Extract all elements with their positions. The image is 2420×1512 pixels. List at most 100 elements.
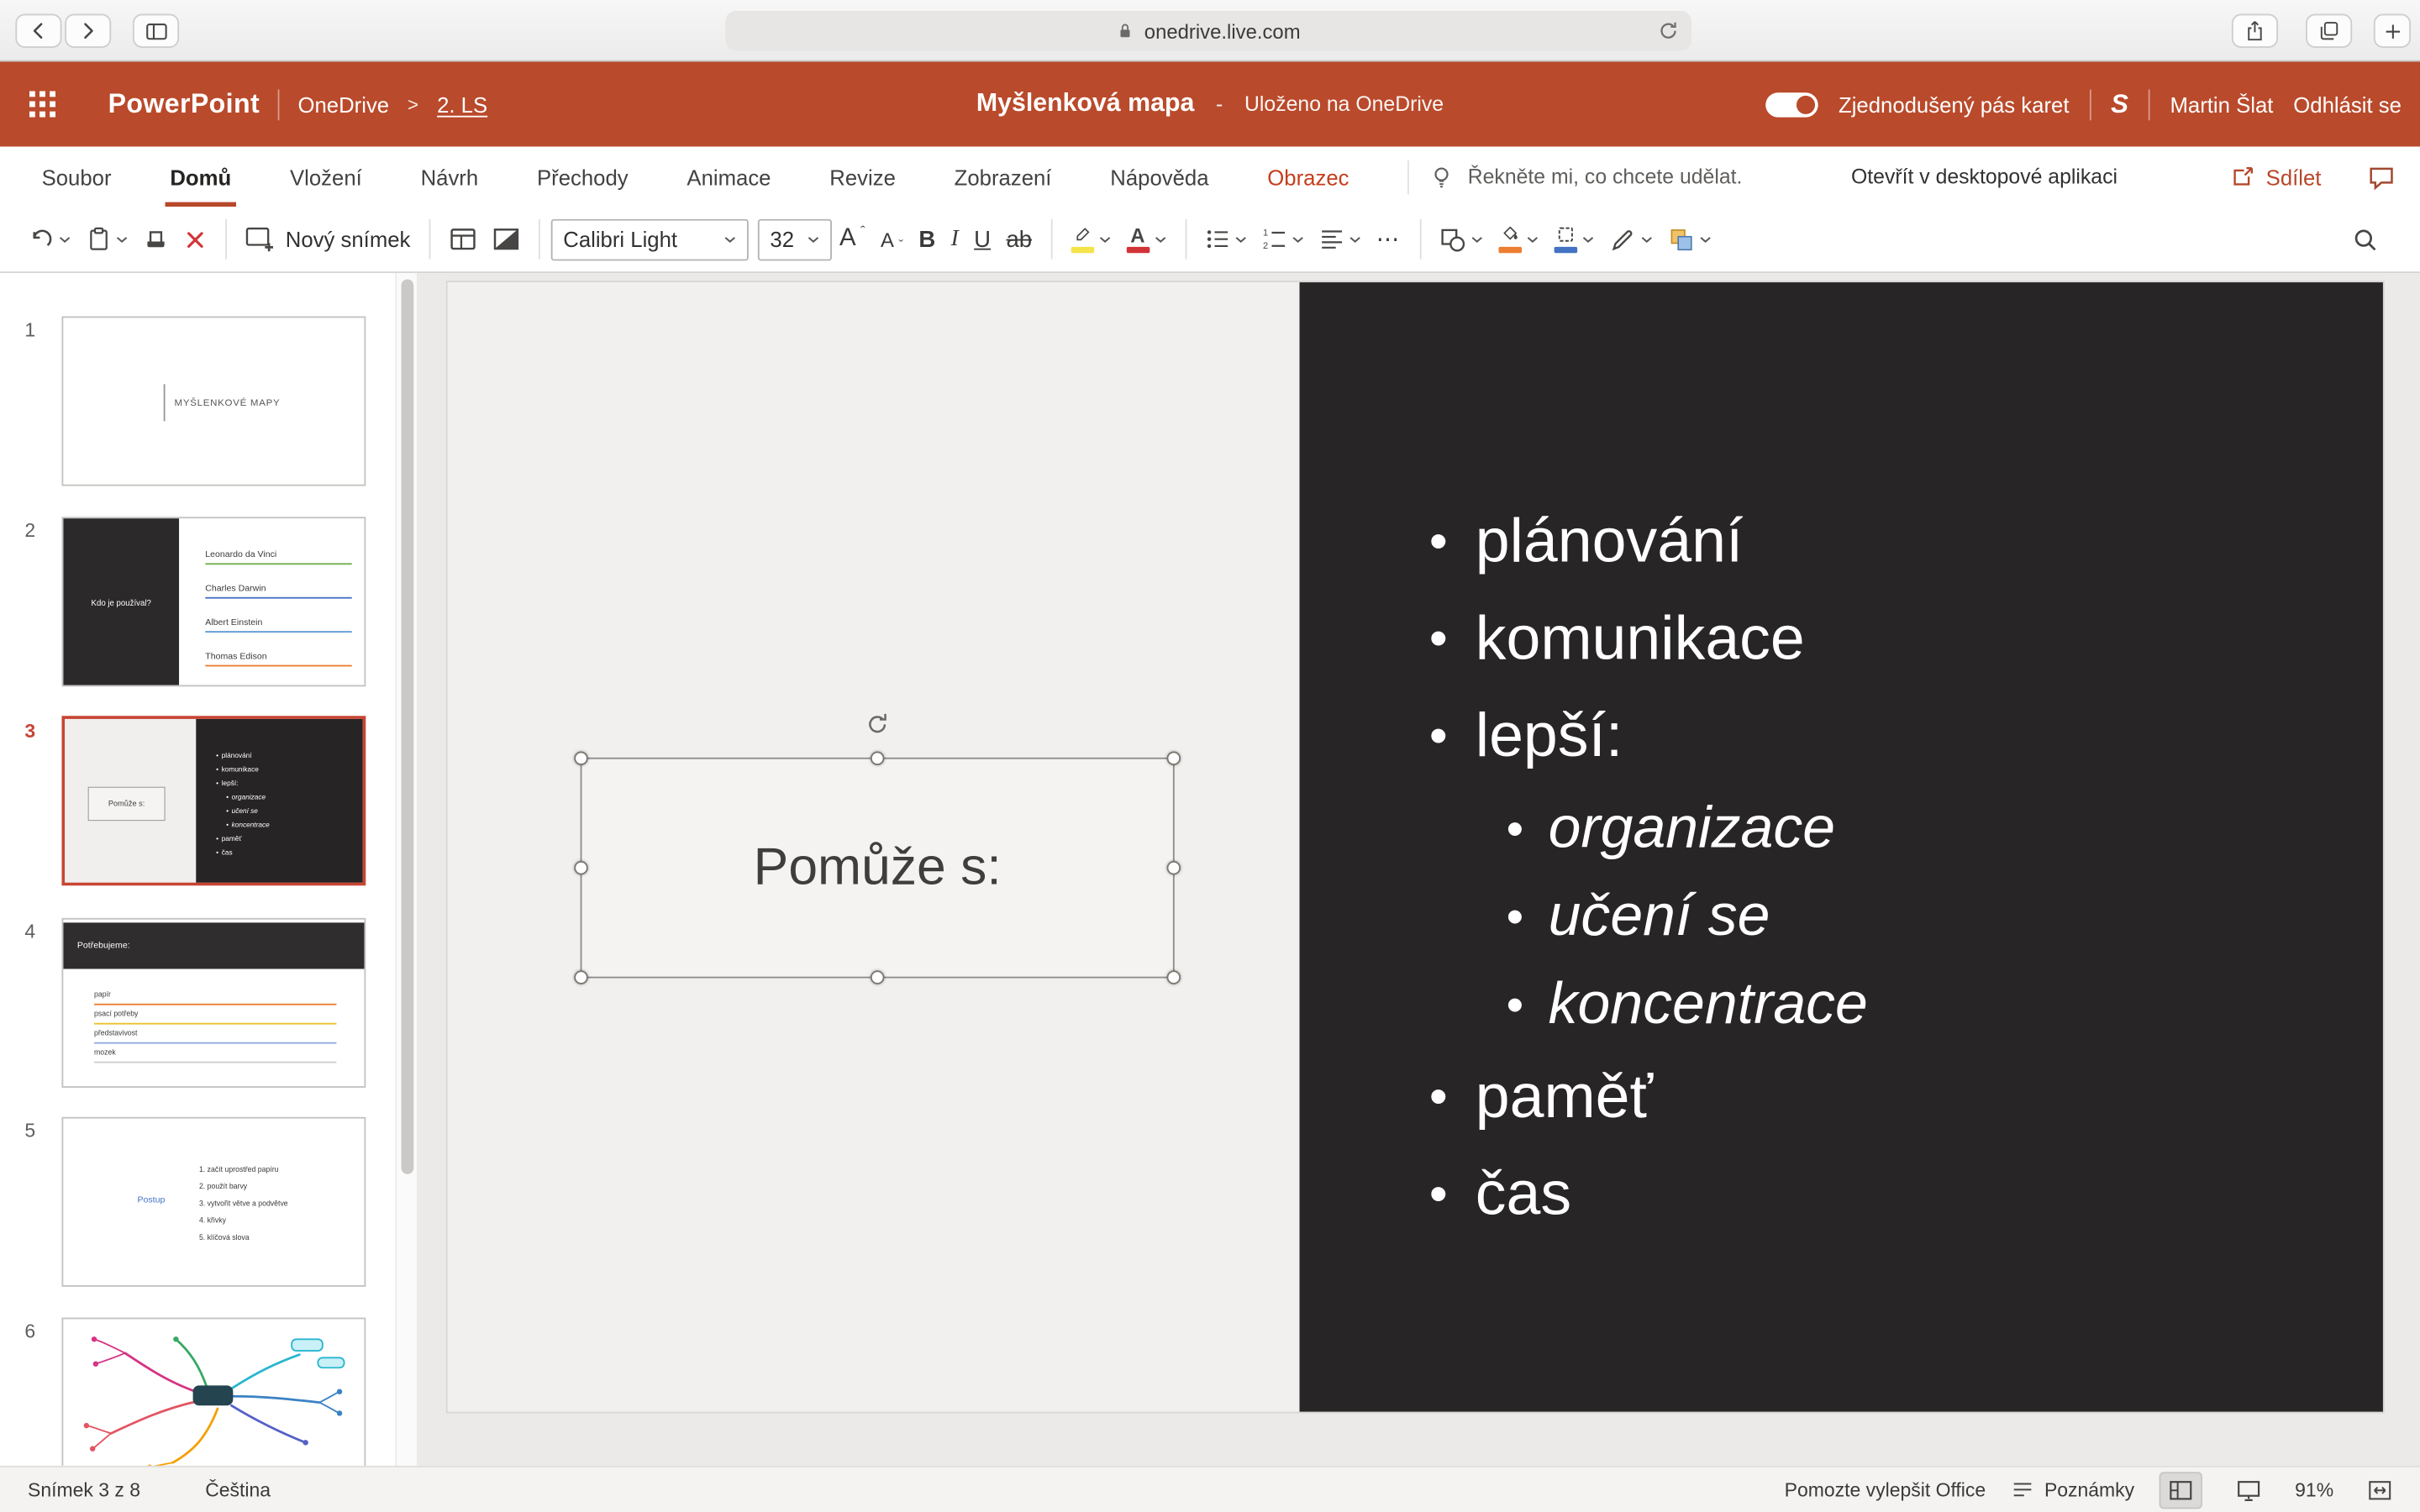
browser-new-tab-button[interactable]: [2374, 14, 2411, 48]
tab-domu[interactable]: Domů: [168, 146, 233, 207]
resize-handle-bottom-middle[interactable]: [870, 970, 884, 984]
share-document-icon: [2230, 165, 2254, 189]
simplified-ribbon-label: Zjednodušený pás karet: [1839, 92, 2069, 116]
resize-handle-bottom-left[interactable]: [574, 970, 588, 984]
more-formatting-button[interactable]: ⋯: [1369, 216, 1409, 262]
open-in-desktop-button[interactable]: Otevřít v desktopové aplikaci: [1851, 146, 2118, 207]
selected-textbox[interactable]: Pomůže s:: [581, 758, 1175, 979]
slideshow-button[interactable]: [2227, 1471, 2270, 1508]
slide-thumbnail-6[interactable]: [61, 1318, 366, 1466]
tab-obrazec[interactable]: Obrazec: [1265, 146, 1350, 207]
resize-handle-bottom-right[interactable]: [1167, 970, 1181, 984]
toolbar-separator: [225, 219, 227, 260]
tab-revize[interactable]: Revize: [828, 146, 897, 207]
tab-prechody[interactable]: Přechody: [535, 146, 629, 207]
slide-thumbnail-1[interactable]: MYŠLENKOVÉ MAPY: [61, 317, 366, 486]
breadcrumb-folder-link[interactable]: 2. LS: [437, 92, 487, 116]
browser-share-button[interactable]: [2232, 14, 2278, 48]
more-label: ⋯: [1376, 225, 1401, 253]
tab-animace[interactable]: Animace: [686, 146, 773, 207]
grow-font-button[interactable]: Aˆ: [832, 216, 873, 262]
zoom-level[interactable]: 91%: [2295, 1479, 2333, 1501]
user-name[interactable]: Martin Šlat: [2170, 92, 2274, 116]
skype-icon[interactable]: S: [2111, 89, 2128, 120]
toolbar-separator: [1185, 219, 1186, 260]
feedback-link[interactable]: Pomozte vylepšit Office: [1785, 1479, 1986, 1501]
comment-icon: [2368, 163, 2396, 191]
tab-vlozeni[interactable]: Vložení: [288, 146, 363, 207]
scrollbar-thumb[interactable]: [402, 279, 414, 1173]
header-separator: [2149, 89, 2150, 120]
shape-outline-button[interactable]: [1546, 216, 1602, 262]
insert-shapes-button[interactable]: [1432, 216, 1491, 262]
resize-handle-top-middle[interactable]: [870, 751, 884, 765]
tab-navrh[interactable]: Návrh: [419, 146, 480, 207]
slide-thumbnail-3-selected[interactable]: Pomůže s: plánování komunikace lepší: or…: [61, 716, 366, 885]
layout-button[interactable]: [441, 216, 484, 262]
bold-button[interactable]: B: [911, 216, 943, 262]
new-slide-button[interactable]: Nový snímek: [238, 216, 418, 262]
document-title[interactable]: Myšlenková mapa: [976, 90, 1194, 119]
underline-button[interactable]: U: [966, 216, 998, 262]
resize-handle-middle-right[interactable]: [1167, 860, 1181, 874]
shrink-font-button[interactable]: Aˇ: [873, 216, 911, 262]
bullet-list-button[interactable]: [1197, 216, 1255, 262]
resize-handle-top-right[interactable]: [1167, 751, 1181, 765]
slide-bullet-list[interactable]: plánování komunikace lepší: organizace u…: [1429, 494, 1868, 1244]
font-name-select[interactable]: Calibri Light: [551, 218, 749, 260]
draw-pen-button[interactable]: [1602, 216, 1660, 262]
breadcrumb-root[interactable]: OneDrive: [297, 92, 389, 116]
shape-fill-button[interactable]: [1491, 216, 1546, 262]
language-selector[interactable]: Čeština: [205, 1479, 271, 1501]
numbered-list-button[interactable]: [1255, 216, 1312, 262]
format-painter-button[interactable]: [136, 216, 176, 262]
strikethrough-button[interactable]: ab: [998, 216, 1039, 262]
undo-button[interactable]: [22, 216, 79, 262]
alignment-button[interactable]: [1312, 216, 1369, 262]
search-button[interactable]: [2344, 216, 2386, 262]
resize-handle-top-left[interactable]: [574, 751, 588, 765]
tab-zobrazeni[interactable]: Zobrazení: [953, 146, 1053, 207]
slide-thumbnail-2[interactable]: Kdo je používal? Leonardo da Vinci Charl…: [61, 517, 366, 686]
slide-editor[interactable]: Pomůže s: plánování komunikace lepší: or: [446, 281, 2385, 1413]
thumb2-name: Charles Darwin: [205, 564, 351, 598]
slide-thumbnail-4[interactable]: Potřebujeme: papír psací potřeby předsta…: [61, 918, 366, 1088]
share-document-button[interactable]: Sdílet: [2230, 146, 2321, 207]
tabs-icon: [2318, 20, 2340, 42]
delete-button[interactable]: [176, 216, 214, 262]
italic-button[interactable]: I: [943, 216, 966, 262]
tab-soubor[interactable]: Soubor: [40, 146, 113, 207]
fit-to-window-button[interactable]: [2359, 1471, 2402, 1508]
resize-handle-middle-left[interactable]: [574, 860, 588, 874]
open-in-desktop-label: Otevřít v desktopové aplikaci: [1851, 165, 2118, 189]
arrange-button[interactable]: [1660, 216, 1719, 262]
slide-number-3: 3: [24, 721, 35, 743]
notes-toggle[interactable]: Poznámky: [2011, 1478, 2135, 1502]
refresh-icon[interactable]: [1658, 20, 1680, 42]
app-launcher-button[interactable]: [0, 61, 85, 146]
thumb5-step: 5. klíčová slova: [199, 1230, 288, 1247]
tell-me-box[interactable]: Řekněte mi, co chcete udělat.: [1407, 146, 1742, 207]
normal-view-button[interactable]: [2160, 1471, 2202, 1508]
slide-size-icon: [492, 225, 520, 253]
highlight-color-bar: [1071, 247, 1094, 253]
simplified-ribbon-toggle[interactable]: [1766, 92, 1818, 116]
paste-button[interactable]: [79, 216, 136, 262]
address-bar[interactable]: onedrive.live.com: [725, 11, 1691, 51]
toolbar-separator: [539, 219, 540, 260]
rotate-handle-icon[interactable]: [865, 711, 891, 738]
font-color-button[interactable]: A: [1118, 216, 1174, 262]
comments-button[interactable]: [2368, 146, 2396, 207]
slide-thumbnail-5[interactable]: Postup 1. začít uprostřed papíru 2. použ…: [61, 1117, 366, 1287]
highlight-color-button[interactable]: [1063, 216, 1118, 262]
browser-forward-button[interactable]: [65, 14, 111, 48]
sign-out-link[interactable]: Odhlásit se: [2293, 92, 2402, 116]
slide-size-button[interactable]: [485, 216, 528, 262]
browser-back-button[interactable]: [15, 14, 61, 48]
font-size-select[interactable]: 32: [758, 218, 832, 260]
panel-scrollbar[interactable]: [395, 273, 417, 1466]
tab-napoveda[interactable]: Nápověda: [1108, 146, 1210, 207]
browser-tabs-button[interactable]: [2306, 14, 2352, 48]
browser-sidebar-button[interactable]: [133, 14, 179, 48]
browser-chrome: onedrive.live.com: [0, 0, 2420, 61]
